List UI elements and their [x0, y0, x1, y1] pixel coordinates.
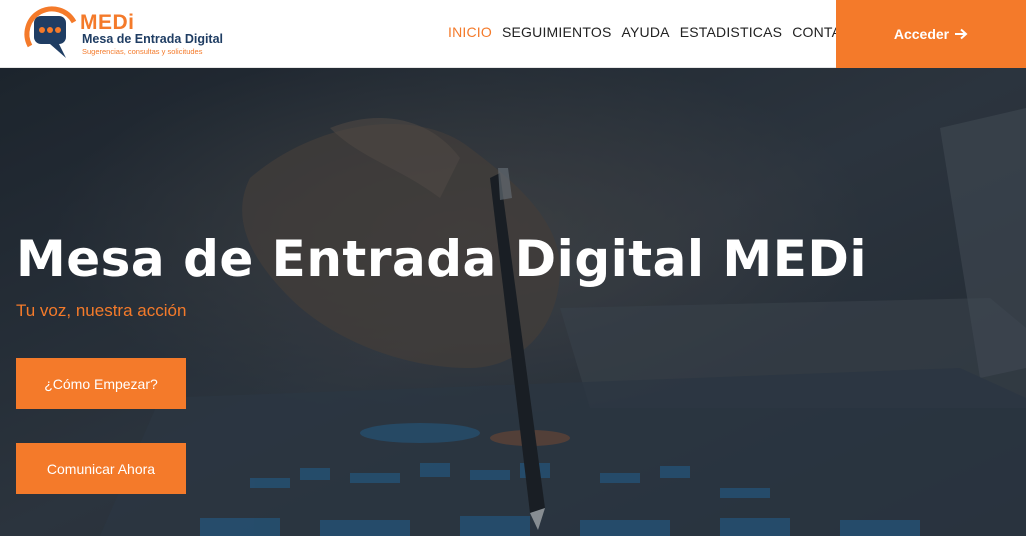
hero-title: Mesa de Entrada Digital MEDi	[16, 230, 867, 288]
brand-logo[interactable]: MEDi Mesa de Entrada Digital Sugerencias…	[20, 2, 224, 66]
login-button-label: Acceder	[893, 26, 950, 42]
hero-section: Mesa de Entrada Digital MEDi Tu voz, nue…	[0, 68, 1026, 536]
how-to-start-button[interactable]: ¿Cómo Empezar?	[16, 358, 186, 409]
brand-subtitle: Mesa de Entrada Digital	[82, 32, 224, 46]
nav-item-estadisticas[interactable]: ESTADISTICAS	[680, 24, 783, 40]
chat-bubble-logo-icon	[24, 6, 77, 58]
arrow-right-icon	[955, 28, 968, 40]
nav-item-ayuda[interactable]: AYUDA	[621, 24, 669, 40]
nav-item-seguimientos[interactable]: SEGUIMIENTOS	[502, 24, 612, 40]
brand-tagline: Sugerencias, consultas y solicitudes	[82, 47, 203, 56]
brand-name: MEDi	[80, 11, 135, 34]
hero-subtitle: Tu voz, nuestra acción	[16, 301, 187, 320]
site-header: MEDi Mesa de Entrada Digital Sugerencias…	[0, 0, 1026, 68]
nav-item-inicio[interactable]: INICIO	[448, 24, 492, 40]
login-button[interactable]: Acceder	[836, 0, 1026, 68]
main-nav: INICIO SEGUIMIENTOS AYUDA ESTADISTICAS C…	[448, 0, 871, 64]
communicate-now-button[interactable]: Comunicar Ahora	[16, 443, 186, 494]
